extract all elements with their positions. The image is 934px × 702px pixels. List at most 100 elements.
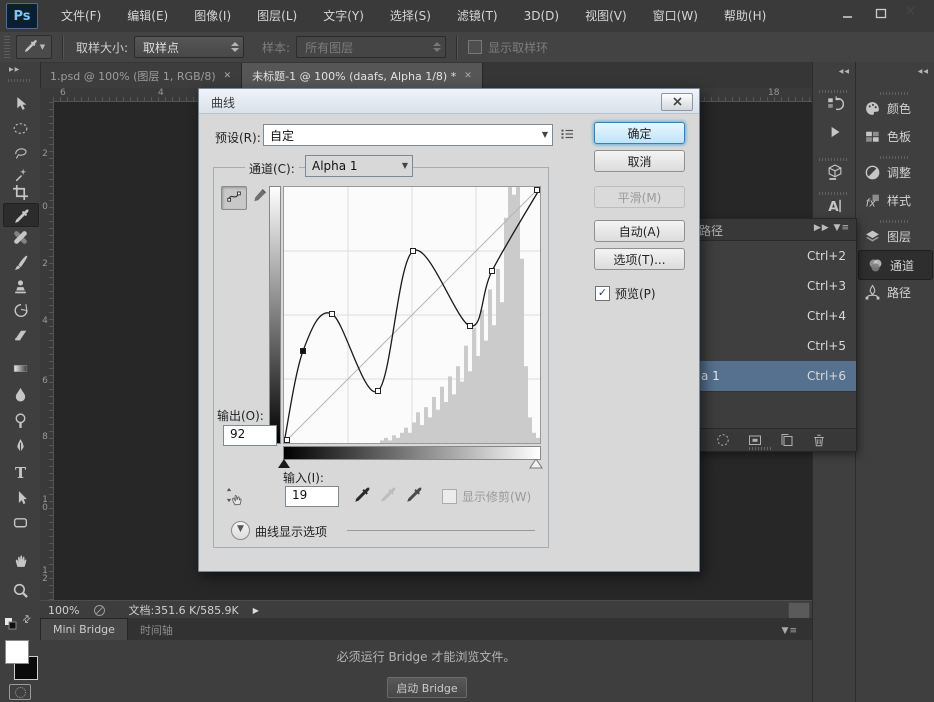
- close-tab-icon[interactable]: ✕: [224, 71, 232, 81]
- curve-display-options-expander[interactable]: ▼: [231, 521, 250, 540]
- actions-panel-button[interactable]: [821, 118, 849, 146]
- document-tab-1[interactable]: 1.psd @ 100% (图层 1, RGB/8)✕: [40, 63, 242, 88]
- curve-point-2[interactable]: [330, 312, 335, 317]
- launch-bridge-button[interactable]: 启动 Bridge: [387, 677, 467, 698]
- status-menu-arrow-icon[interactable]: ▶: [253, 606, 259, 615]
- crop-tool[interactable]: [8, 181, 32, 203]
- scrollbar-corner[interactable]: [788, 602, 810, 619]
- input-value-field[interactable]: 19: [285, 486, 339, 507]
- menu-item-10[interactable]: 窗口(W): [640, 1, 711, 32]
- menu-item-3[interactable]: 图像(I): [181, 1, 244, 32]
- delete-channel-button[interactable]: [811, 432, 828, 449]
- marquee-tool[interactable]: [8, 117, 32, 139]
- curve-graph[interactable]: [283, 186, 541, 444]
- curve-point-6[interactable]: [490, 269, 495, 274]
- preset-options-button[interactable]: [559, 126, 577, 144]
- curve-point-1[interactable]: [301, 349, 306, 354]
- panel-button-通道[interactable]: 通道: [858, 250, 933, 280]
- menu-item-2[interactable]: 编辑(E): [114, 1, 181, 32]
- close-tab-icon[interactable]: ✕: [464, 71, 472, 81]
- curve-options-button[interactable]: 选项(T)...: [594, 248, 685, 270]
- panel-button-颜色[interactable]: 颜色: [856, 94, 934, 122]
- channel-dropdown[interactable]: Alpha 1 ▼: [305, 155, 413, 177]
- load-selection-button[interactable]: [715, 432, 732, 449]
- sample-dropdown[interactable]: 所有图层: [296, 36, 446, 58]
- panel-button-色板[interactable]: 色板: [856, 122, 934, 150]
- white-point-eyedropper[interactable]: [405, 485, 425, 505]
- curve-point-4[interactable]: [411, 249, 416, 254]
- dialog-close-button[interactable]: [661, 93, 693, 111]
- document-info[interactable]: 文档:351.6 K/585.9K: [128, 602, 238, 618]
- move-tool[interactable]: [8, 92, 32, 114]
- gradient-tool[interactable]: [8, 357, 32, 379]
- panel-menu-icon[interactable]: ▼≡: [782, 626, 798, 636]
- eyedropper-tool[interactable]: [3, 203, 39, 227]
- tab-时间轴[interactable]: 时间轴: [128, 619, 185, 640]
- eraser-tool[interactable]: [8, 323, 32, 345]
- panel-header-icons[interactable]: ▶▶ ▼≡: [814, 223, 850, 233]
- curve-pencil-tool-button[interactable]: [247, 186, 271, 208]
- zoom-tool[interactable]: [8, 579, 32, 601]
- clone-stamp-tool[interactable]: [8, 275, 32, 297]
- history-brush-tool[interactable]: [8, 299, 32, 321]
- path-selection-tool[interactable]: [8, 486, 32, 508]
- hand-tool[interactable]: [8, 549, 32, 571]
- active-tool-badge[interactable]: ▼: [16, 35, 52, 59]
- tab-mini-bridge[interactable]: Mini Bridge: [40, 618, 128, 640]
- curve-point-7[interactable]: [535, 188, 540, 193]
- foreground-color-swatch[interactable]: [5, 640, 29, 664]
- shadow-input-slider[interactable]: [277, 458, 291, 472]
- character-panel-button[interactable]: A: [821, 192, 849, 220]
- curve-point-tool-button[interactable]: [221, 186, 247, 210]
- minimize-button[interactable]: [833, 3, 862, 23]
- swap-colors-icon[interactable]: ⇄: [20, 613, 34, 627]
- dock-collapse-button[interactable]: ◀◀: [918, 68, 929, 75]
- panel-button-图层[interactable]: 图层: [856, 222, 934, 250]
- black-point-eyedropper[interactable]: [353, 485, 373, 505]
- dodge-tool[interactable]: [8, 409, 32, 431]
- sample-size-dropdown[interactable]: 取样点: [134, 36, 244, 58]
- menu-item-6[interactable]: 选择(S): [377, 1, 444, 32]
- menu-item-5[interactable]: 文字(Y): [310, 1, 377, 32]
- curve-point-0[interactable]: [285, 438, 290, 443]
- gray-point-eyedropper[interactable]: [379, 485, 399, 505]
- cancel-button[interactable]: 取消: [594, 150, 685, 172]
- healing-brush-tool[interactable]: [8, 226, 32, 248]
- menu-item-9[interactable]: 视图(V): [572, 1, 640, 32]
- document-tab-2[interactable]: 未标题-1 @ 100% (daafs, Alpha 1/8) *✕: [242, 63, 483, 88]
- panel-button-样式[interactable]: fx样式: [856, 186, 934, 214]
- menu-item-11[interactable]: 帮助(H): [711, 1, 779, 32]
- menu-item-7[interactable]: 滤镜(T): [444, 1, 511, 32]
- show-sampling-ring-checkbox[interactable]: 显示取样环: [468, 39, 548, 56]
- toolbar-collapse-button[interactable]: ▶▶: [9, 66, 20, 73]
- curve-point-5[interactable]: [468, 324, 473, 329]
- preview-checkbox[interactable]: ✓ 预览(P): [595, 285, 656, 302]
- new-channel-button[interactable]: [779, 432, 796, 449]
- menu-item-8[interactable]: 3D(D): [511, 1, 572, 32]
- dialog-title-bar[interactable]: 曲线: [199, 89, 699, 114]
- smooth-button[interactable]: 平滑(M): [594, 186, 685, 208]
- history-panel-button[interactable]: [821, 90, 849, 118]
- blur-tool[interactable]: [8, 383, 32, 405]
- preset-dropdown[interactable]: 自定 ▼: [263, 124, 553, 146]
- toolbar-grip[interactable]: [8, 79, 32, 82]
- close-button[interactable]: [899, 3, 928, 23]
- curve-point-3[interactable]: [376, 389, 381, 394]
- dock-collapse-button[interactable]: ◀◀: [839, 68, 850, 75]
- tab-paths[interactable]: 路径: [699, 222, 723, 239]
- panel-button-调整[interactable]: 调整: [856, 158, 934, 186]
- on-image-adjustment-tool[interactable]: [223, 483, 249, 507]
- menu-item-4[interactable]: 图层(L): [244, 1, 310, 32]
- type-tool[interactable]: T: [8, 461, 32, 483]
- auto-button[interactable]: 自动(A): [594, 220, 685, 242]
- show-clipping-checkbox[interactable]: 显示修剪(W): [442, 488, 531, 505]
- ok-button[interactable]: 确定: [594, 122, 685, 144]
- 3d-panel-button[interactable]: [821, 158, 849, 186]
- output-value-field[interactable]: 92: [223, 425, 277, 446]
- shape-tool[interactable]: [8, 511, 32, 533]
- panel-button-路径[interactable]: 路径: [856, 278, 934, 306]
- zoom-level-field[interactable]: 100%: [48, 604, 79, 617]
- lasso-tool[interactable]: [8, 141, 32, 163]
- brush-tool[interactable]: [8, 251, 32, 273]
- pen-tool[interactable]: [8, 435, 32, 457]
